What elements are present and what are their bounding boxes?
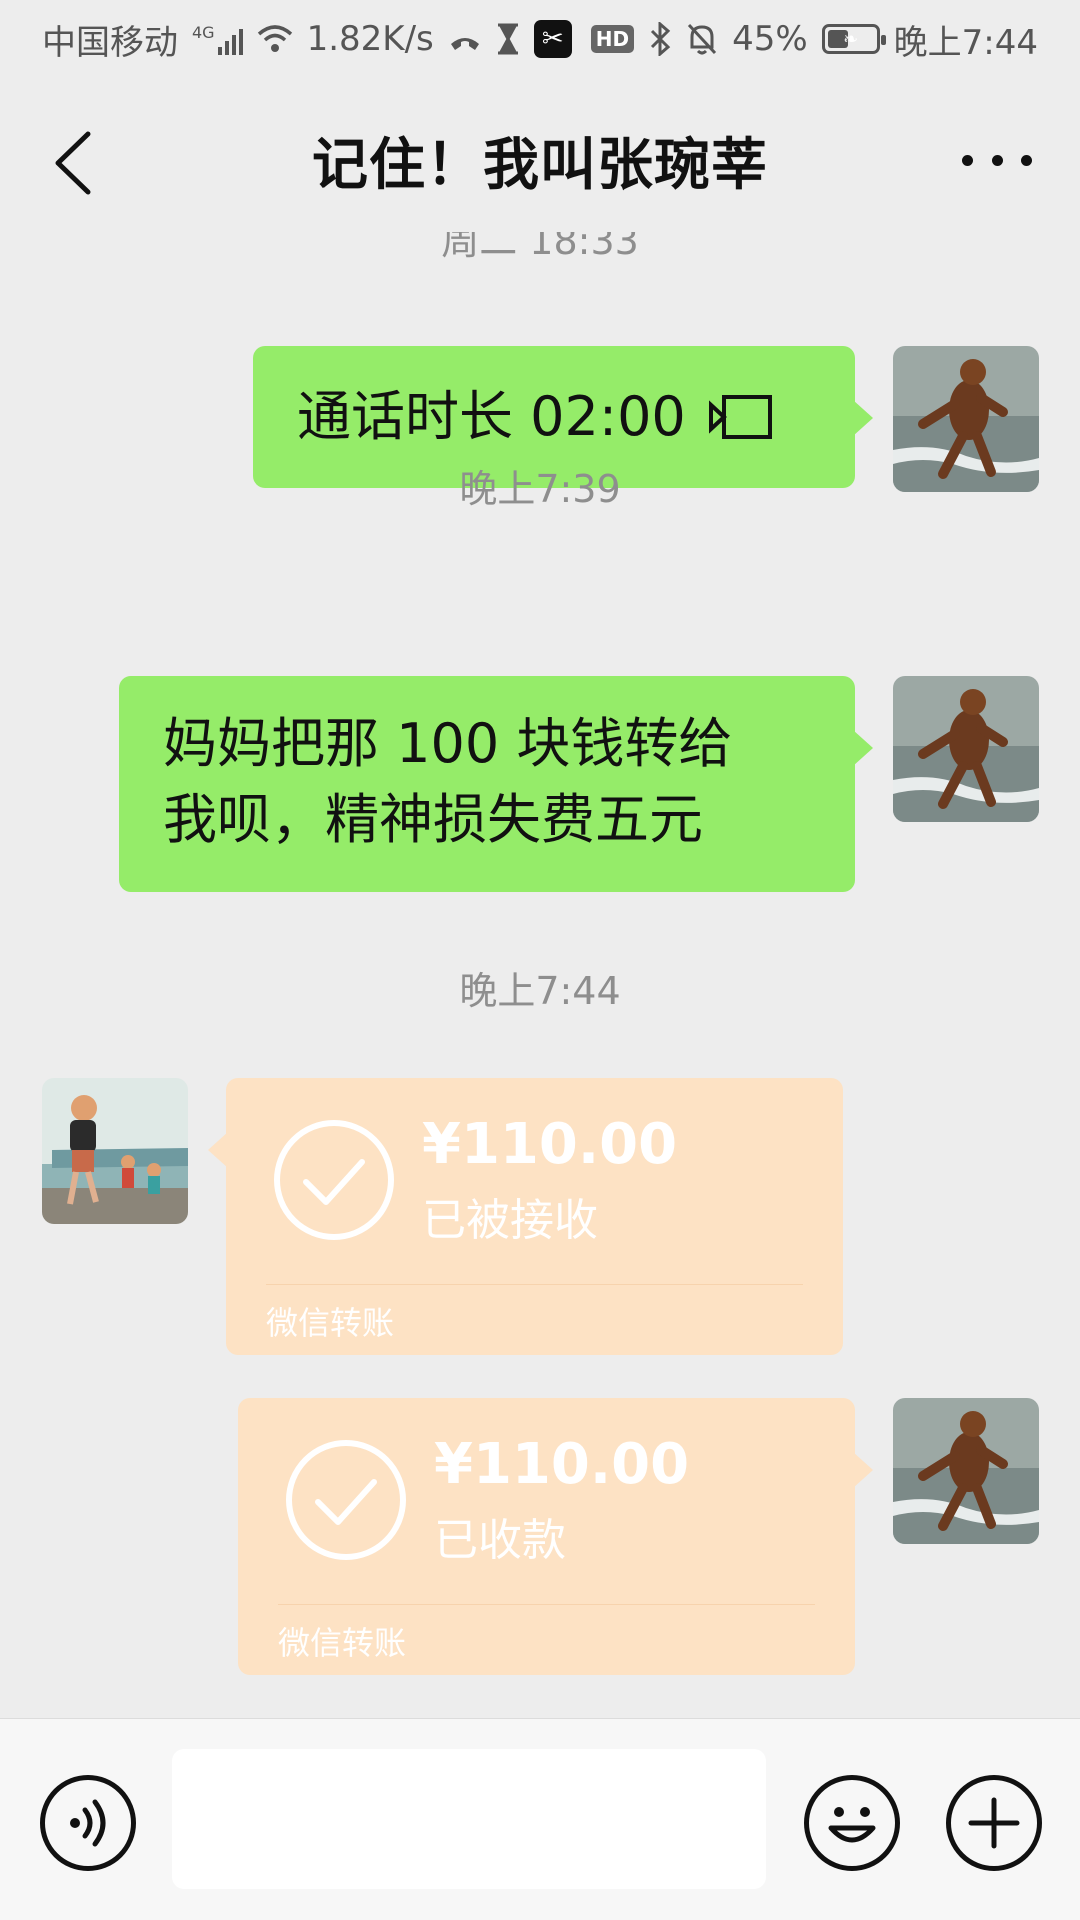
hourglass-icon [497,23,518,55]
self-avatar[interactable] [893,676,1039,822]
call-duration-text: 通话时长 02:00 [297,385,686,448]
transfer-status: 已被接收 [422,1195,598,1246]
input-bar [0,1718,1080,1920]
transfer-card-collected[interactable]: ¥110.00 已收款 微信转账 [238,1398,873,1675]
transfer-divider [266,1284,803,1285]
status-left: 中国移动 4G 1.82K/s ✂ [42,15,572,64]
battery-percent: 45% [732,19,808,59]
capcut-icon: ✂ [533,20,572,58]
self-avatar-image [893,676,1039,822]
check-circle-icon [286,1440,406,1560]
signal-icon: 4G [192,23,243,55]
contact-avatar-image [42,1078,188,1224]
transfer-amount: ¥110.00 [422,1112,678,1177]
self-avatar-image [893,1398,1039,1544]
transfer-card-received[interactable]: ¥110.00 已被接收 微信转账 [208,1078,843,1355]
carrier-label: 中国移动 [42,22,178,63]
message-line: 我呗，精神损失费五元 [163,788,703,851]
video-call-icon [708,395,772,439]
battery-icon: ❧ [821,24,886,54]
hd-badge: HD [590,25,635,53]
voice-icon[interactable] [40,1775,136,1871]
more-dots-icon[interactable] [962,140,1032,180]
timestamp: 周二 18:33 [441,232,639,263]
wifi-icon [257,25,292,52]
message-line: 妈妈把那 100 块钱转给 [163,712,733,775]
plus-icon[interactable] [946,1775,1042,1871]
chat-title: 记住！我叫张琬莘 [312,132,768,198]
transfer-brand-label: 微信转账 [278,1624,407,1662]
network-speed: 1.82K/s [306,19,434,59]
timestamp: 晚上7:39 [459,467,621,511]
transfer-brand-label: 微信转账 [266,1304,395,1342]
back-arrow-icon[interactable] [48,128,98,198]
contact-avatar[interactable] [42,1078,188,1224]
mute-bell-icon [687,23,717,55]
timestamp: 晚上7:44 [459,969,621,1013]
status-right: HD 45% ❧ 晚上7:44 [590,15,1038,64]
leaf-icon: ❧ [843,28,859,50]
check-circle-icon [274,1120,394,1240]
emoji-icon[interactable] [804,1775,900,1871]
status-bar: 中国移动 4G 1.82K/s ✂ HD 45% ❧ 晚上7:44 [0,0,1080,78]
chat-area[interactable]: 周二 18:33 通话时长 02:00 晚上7:39 妈妈把那 100 块钱转给… [0,232,1080,1720]
transfer-amount: ¥110.00 [434,1432,690,1497]
chat-header: 记住！我叫张琬莘 [0,78,1080,242]
transfer-divider [278,1604,815,1605]
missed-call-icon [450,38,479,50]
self-avatar[interactable] [893,1398,1039,1544]
text-message-bubble[interactable]: 妈妈把那 100 块钱转给 我呗，精神损失费五元 [119,676,873,892]
status-time: 晚上7:44 [893,22,1038,63]
transfer-status: 已收款 [434,1515,566,1566]
bluetooth-icon [651,22,671,56]
message-input[interactable] [172,1749,766,1889]
network-badge: 4G [192,23,215,42]
